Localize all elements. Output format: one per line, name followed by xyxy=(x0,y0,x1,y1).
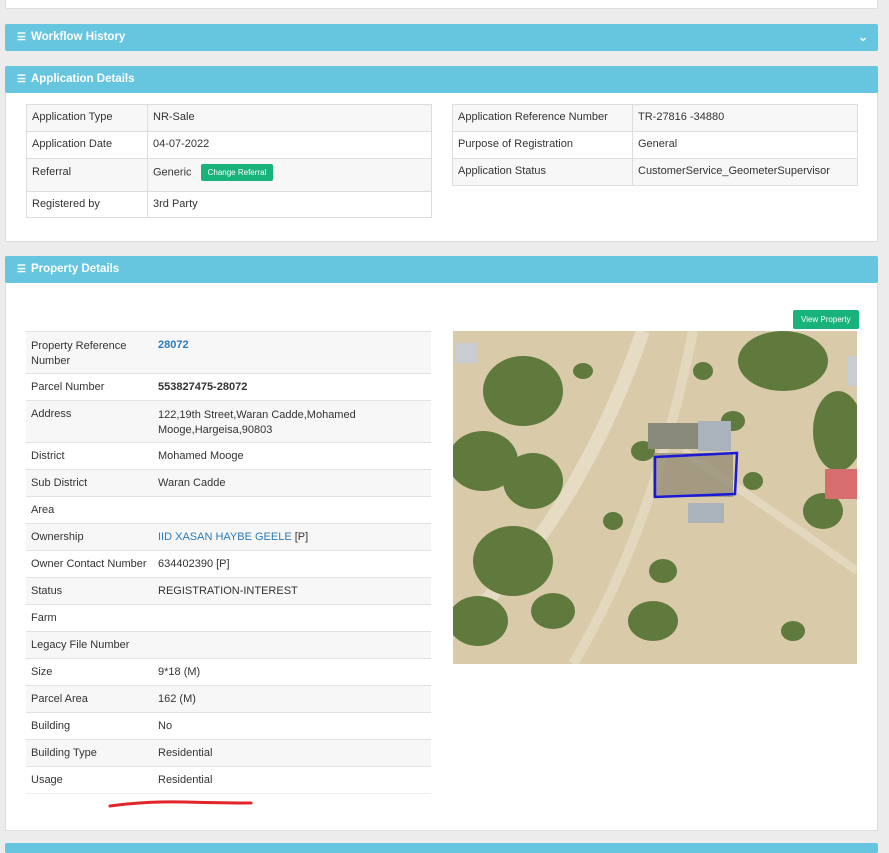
value: 162 (M) xyxy=(153,685,431,713)
change-referral-button[interactable]: Change Referral xyxy=(200,164,274,181)
label: Legacy File Number xyxy=(26,631,153,659)
value xyxy=(153,604,431,632)
value: Residential xyxy=(153,739,431,767)
label: Sub District xyxy=(26,469,153,497)
label: Application Date xyxy=(26,131,148,159)
value: NR-Sale xyxy=(147,104,432,132)
chevron-down-icon[interactable]: ⌄ xyxy=(858,24,868,51)
value: Residential xyxy=(153,766,431,794)
application-right-table: Application Reference Number TR-27816 -3… xyxy=(452,104,858,186)
label: Usage xyxy=(26,766,153,794)
value: Waran Cadde xyxy=(153,469,431,497)
value: General xyxy=(632,131,858,159)
label: Application Status xyxy=(452,158,633,186)
value xyxy=(153,631,431,659)
label: District xyxy=(26,442,153,470)
property-details-header: ☰ Property Details xyxy=(5,256,878,283)
label: Purpose of Registration xyxy=(452,131,633,159)
next-panel-header xyxy=(5,843,878,853)
property-details-title: Property Details xyxy=(30,263,120,275)
value: 3rd Party xyxy=(147,191,432,218)
list-icon: ☰ xyxy=(17,74,26,85)
label: Registered by xyxy=(26,191,148,218)
label: Status xyxy=(26,577,153,605)
workflow-history-title: Workflow History xyxy=(30,31,126,43)
owner-suffix: [P] xyxy=(291,531,309,543)
label: Parcel Area xyxy=(26,685,153,713)
referral-value: Generic xyxy=(153,166,192,179)
label: Building Type xyxy=(26,739,153,767)
application-details-header: ☰ Application Details xyxy=(5,66,878,93)
aerial-map[interactable] xyxy=(453,331,857,664)
label: Application Reference Number xyxy=(452,104,633,132)
label: Area xyxy=(26,496,153,524)
label: Application Type xyxy=(26,104,148,132)
workflow-history-header[interactable]: ☰ Workflow History ⌄ xyxy=(5,24,878,51)
aerial-imagery xyxy=(453,331,857,664)
label: Property Reference Number xyxy=(26,331,153,374)
value: 553827475-28072 xyxy=(153,373,431,401)
owner-link[interactable]: IID XASAN HAYBE GEELE xyxy=(158,531,292,543)
label: Address xyxy=(26,400,153,443)
label: Size xyxy=(26,658,153,686)
application-details-title: Application Details xyxy=(30,73,135,85)
value: CustomerService_GeometerSupervisor xyxy=(632,158,858,186)
application-left-table: Application Type NR-Sale Application Dat… xyxy=(26,104,432,218)
list-icon: ☰ xyxy=(17,32,26,43)
label: Referral xyxy=(26,158,148,192)
list-icon: ☰ xyxy=(17,264,26,275)
label: Owner Contact Number xyxy=(26,550,153,578)
value: No xyxy=(153,712,431,740)
red-underline-annotation xyxy=(108,800,253,808)
top-panel xyxy=(5,0,878,9)
label: Farm xyxy=(26,604,153,632)
value: Mohamed Mooge xyxy=(153,442,431,470)
value xyxy=(153,496,431,524)
property-table: Property Reference Number 28072 Parcel N… xyxy=(26,331,431,794)
value: REGISTRATION-INTEREST xyxy=(153,577,431,605)
value: 634402390 [P] xyxy=(153,550,431,578)
property-reference-link[interactable]: 28072 xyxy=(153,331,431,374)
value: 04-07-2022 xyxy=(147,131,432,159)
value: TR-27816 -34880 xyxy=(632,104,858,132)
label: Building xyxy=(26,712,153,740)
label: Ownership xyxy=(26,523,153,551)
view-property-button[interactable]: View Property xyxy=(793,310,859,329)
value: 122,19th Street,Waran Cadde,Mohamed Moog… xyxy=(153,400,431,443)
label: Parcel Number xyxy=(26,373,153,401)
value: 9*18 (M) xyxy=(153,658,431,686)
